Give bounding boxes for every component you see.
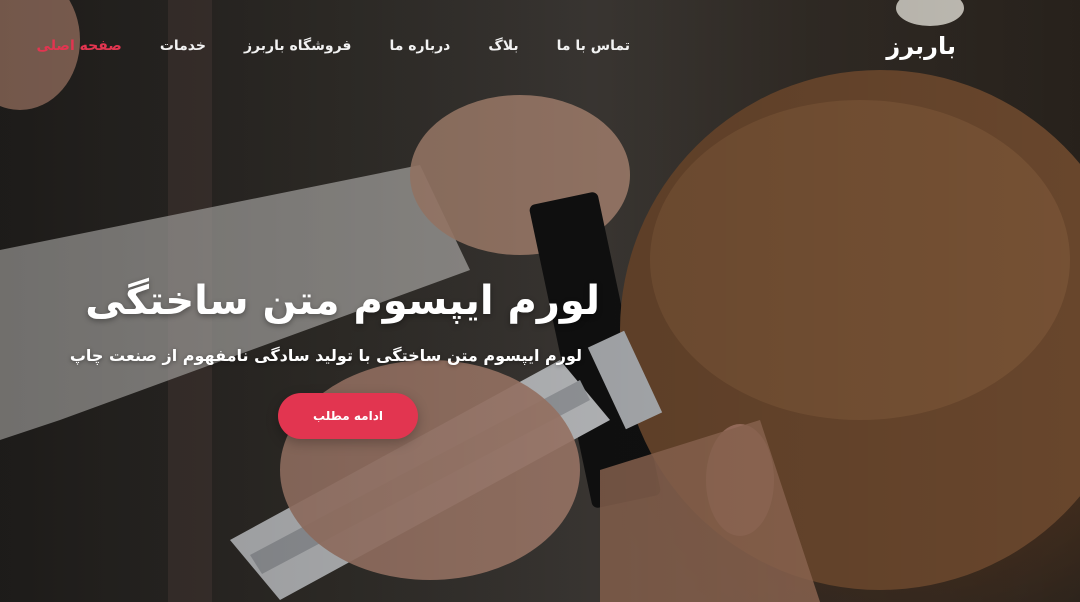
main-navigation: صفحه اصلی خدمات فروشگاه باربرز درباره ما… — [37, 38, 630, 54]
read-more-button[interactable]: ادامه مطلب — [278, 393, 418, 439]
nav-item-shop[interactable]: فروشگاه باربرز — [244, 38, 351, 54]
nav-item-services[interactable]: خدمات — [160, 38, 206, 54]
nav-item-blog[interactable]: بلاگ — [488, 38, 518, 54]
site-logo[interactable]: باربرز — [886, 32, 956, 60]
site-header: باربرز صفحه اصلی خدمات فروشگاه باربرز در… — [0, 0, 1080, 96]
nav-item-contact[interactable]: تماس با ما — [557, 38, 630, 54]
nav-item-about[interactable]: درباره ما — [389, 38, 450, 54]
nav-item-home[interactable]: صفحه اصلی — [37, 38, 122, 54]
hero-title: لورم ایپسوم متن ساختگی — [85, 278, 600, 324]
hero-subtitle: لورم ایپسوم متن ساختگی با تولید سادگی نا… — [69, 346, 582, 365]
